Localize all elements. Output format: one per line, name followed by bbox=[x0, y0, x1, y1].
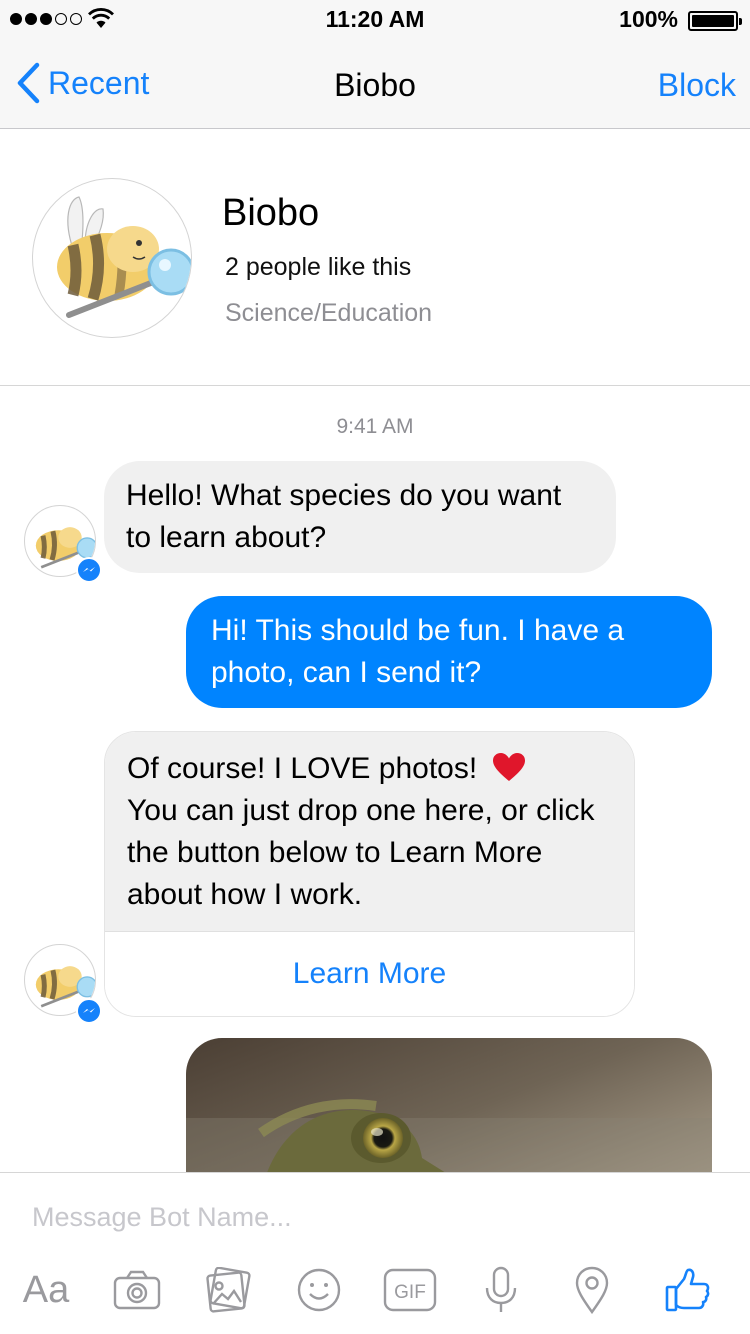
message-input[interactable] bbox=[32, 1197, 712, 1237]
card-text-line1: Of course! I LOVE photos! bbox=[127, 752, 478, 785]
location-icon[interactable] bbox=[564, 1265, 620, 1315]
battery-icon bbox=[688, 11, 742, 31]
text-format-icon[interactable]: Aa bbox=[18, 1265, 74, 1315]
svg-text:GIF: GIF bbox=[394, 1282, 426, 1303]
sent-photo[interactable] bbox=[186, 1038, 712, 1172]
messenger-badge-icon bbox=[76, 998, 102, 1024]
bot-card-message: Of course! I LOVE photos! You can just d… bbox=[104, 731, 635, 1017]
message-thread[interactable]: 9:41 AM Hello! What species do you want … bbox=[0, 387, 750, 1172]
thumbs-up-icon[interactable] bbox=[660, 1265, 716, 1315]
message-timestamp: 9:41 AM bbox=[336, 415, 414, 438]
gif-icon[interactable]: GIF bbox=[382, 1265, 438, 1315]
gallery-icon[interactable] bbox=[200, 1265, 256, 1315]
block-button[interactable]: Block bbox=[658, 67, 736, 104]
message-composer: Aa bbox=[0, 1172, 750, 1334]
profile-likes: 2 people like this bbox=[225, 253, 412, 281]
profile-category: Science/Education bbox=[225, 299, 433, 327]
profile-header: Biobo 2 people like this Science/Educati… bbox=[0, 130, 750, 386]
page-title: Biobo bbox=[334, 67, 416, 103]
battery-percentage: 100% bbox=[619, 6, 678, 32]
navigation-bar: Recent Biobo Block bbox=[0, 40, 750, 129]
card-text-body: You can just drop one here, or click the… bbox=[127, 794, 595, 911]
status-bar: 11:20 AM 100% bbox=[0, 0, 750, 40]
emoji-icon[interactable] bbox=[291, 1265, 347, 1315]
bee-mascot-icon bbox=[57, 196, 191, 318]
microphone-icon[interactable] bbox=[473, 1265, 529, 1315]
camera-icon[interactable] bbox=[109, 1265, 165, 1315]
card-text: Of course! I LOVE photos! You can just d… bbox=[105, 732, 634, 931]
profile-name: Biobo bbox=[222, 192, 320, 234]
frog-photo bbox=[186, 1038, 712, 1172]
user-message-bubble: Hi! This should be fun. I have a photo, … bbox=[186, 596, 712, 708]
bot-message-bubble: Hello! What species do you want to learn… bbox=[104, 461, 616, 573]
learn-more-button[interactable]: Learn More bbox=[105, 931, 634, 1016]
heart-icon bbox=[492, 753, 525, 781]
messenger-badge-icon bbox=[76, 557, 102, 583]
composer-toolbar: Aa GIF bbox=[0, 1265, 750, 1321]
profile-avatar[interactable] bbox=[32, 178, 192, 338]
